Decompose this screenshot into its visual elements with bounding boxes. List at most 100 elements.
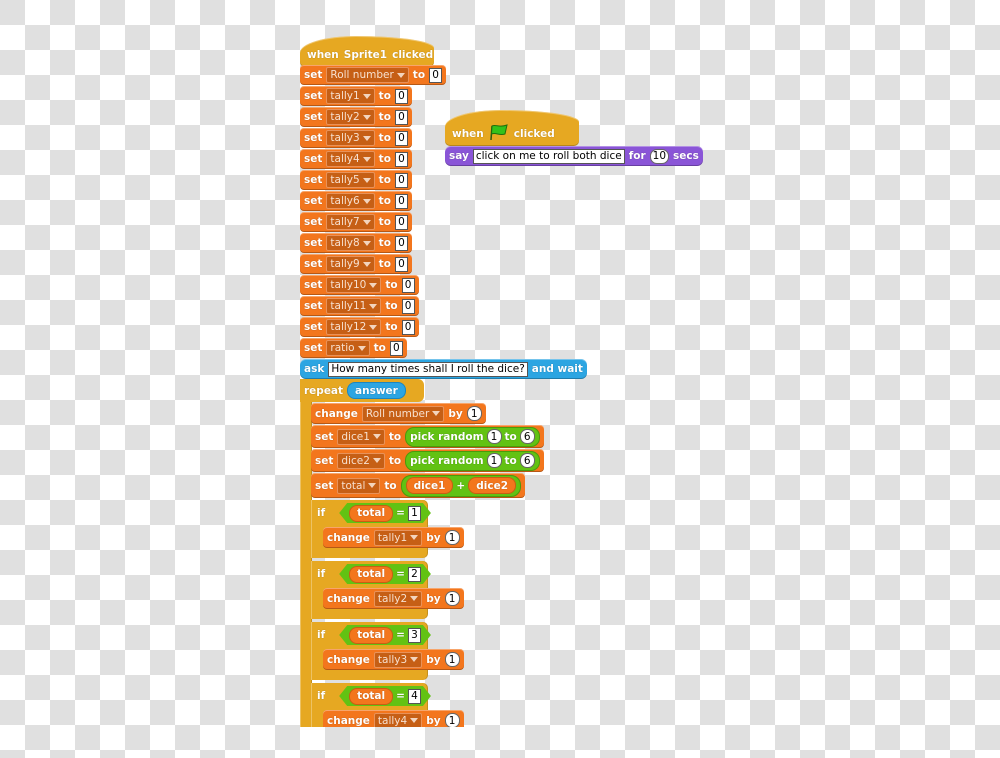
total-reporter[interactable]: total xyxy=(349,566,393,583)
set-value-input[interactable]: 0 xyxy=(401,298,415,314)
variable-dropdown[interactable]: Roll number xyxy=(361,405,445,422)
set-value-input[interactable]: 0 xyxy=(394,130,408,146)
equals-operator[interactable]: total = 2 xyxy=(339,564,431,584)
to-label: to xyxy=(385,279,398,291)
set-variable-block[interactable]: set tally10 to 0 xyxy=(300,275,419,295)
to-label: to xyxy=(378,90,391,102)
set-variable-block[interactable]: set ratio to 0 xyxy=(300,338,407,358)
equals-operator[interactable]: total = 4 xyxy=(339,686,431,706)
to-label: to xyxy=(384,479,397,492)
random-max-input[interactable]: 6 xyxy=(519,429,535,444)
variable-dropdown[interactable]: tally9 xyxy=(326,256,375,272)
set-variable-block[interactable]: set tally9 to 0 xyxy=(300,254,412,274)
when-sprite-clicked-hat-block[interactable]: when Sprite1 clicked xyxy=(300,36,434,67)
dropdown-value: ratio xyxy=(330,342,355,354)
set-value-input[interactable]: 0 xyxy=(394,193,408,209)
set-value-input[interactable]: 0 xyxy=(394,256,408,272)
change-amount-input[interactable]: 1 xyxy=(466,406,482,421)
ask-and-wait-block[interactable]: ask How many times shall I roll the dice… xyxy=(300,359,587,379)
dice1-reporter[interactable]: dice1 xyxy=(405,477,454,494)
set-total-block[interactable]: set total to dice1 + dice2 xyxy=(311,473,526,498)
variable-dropdown[interactable]: tally8 xyxy=(326,235,375,251)
variable-dropdown[interactable]: tally3 xyxy=(373,651,423,668)
variable-dropdown[interactable]: Roll number xyxy=(326,67,409,83)
set-variable-block[interactable]: set tally12 to 0 xyxy=(300,317,419,337)
set-variable-block[interactable]: set tally5 to 0 xyxy=(300,170,412,190)
change-roll-number-block[interactable]: change Roll number by 1 xyxy=(311,403,486,424)
variable-dropdown[interactable]: tally12 xyxy=(326,319,382,335)
say-message-input[interactable]: click on me to roll both dice xyxy=(472,148,625,164)
set-variable-block[interactable]: set tally8 to 0 xyxy=(300,233,412,253)
dropdown-arrow-icon xyxy=(369,282,378,288)
set-variable-block[interactable]: set tally7 to 0 xyxy=(300,212,412,232)
ask-question-input[interactable]: How many times shall I roll the dice? xyxy=(328,361,528,377)
set-variable-block[interactable]: set tally4 to 0 xyxy=(300,149,412,169)
variable-dropdown[interactable]: tally5 xyxy=(326,172,375,188)
set-variable-block[interactable]: set tally3 to 0 xyxy=(300,128,412,148)
total-reporter[interactable]: total xyxy=(349,627,393,644)
random-max-input[interactable]: 6 xyxy=(519,453,535,468)
set-dice1-block[interactable]: set dice1 to pick random 1 to 6 xyxy=(311,425,544,448)
compare-value-input[interactable]: 4 xyxy=(408,689,421,704)
set-value-input[interactable]: 0 xyxy=(394,88,408,104)
dropdown-value: dice1 xyxy=(341,430,370,443)
change-amount-input[interactable]: 1 xyxy=(444,530,460,545)
set-value-input[interactable]: 0 xyxy=(394,214,408,230)
set-value-input[interactable]: 0 xyxy=(394,109,408,125)
variable-dropdown[interactable]: tally7 xyxy=(326,214,375,230)
set-label: set xyxy=(304,90,323,102)
set-dice2-block[interactable]: set dice2 to pick random 1 to 6 xyxy=(311,449,544,472)
change-amount-input[interactable]: 1 xyxy=(444,713,460,728)
variable-dropdown[interactable]: tally2 xyxy=(373,590,423,607)
change-label: change xyxy=(327,531,370,544)
compare-value-input[interactable]: 3 xyxy=(408,628,421,643)
change-tally-block[interactable]: change tally3 by 1 xyxy=(323,649,464,670)
set-value-input[interactable]: 0 xyxy=(394,172,408,188)
pick-random-operator[interactable]: pick random 1 to 6 xyxy=(405,426,540,447)
set-value-input[interactable]: 0 xyxy=(394,235,408,251)
set-variable-block[interactable]: set tally6 to 0 xyxy=(300,191,412,211)
change-amount-input[interactable]: 1 xyxy=(444,591,460,606)
variable-dropdown[interactable]: dice2 xyxy=(337,452,385,469)
equals-operator[interactable]: total = 3 xyxy=(339,625,431,645)
set-variable-block[interactable]: set tally11 to 0 xyxy=(300,296,419,316)
variable-dropdown[interactable]: total xyxy=(337,477,381,494)
say-for-secs-block[interactable]: say click on me to roll both dice for 10… xyxy=(445,146,703,166)
say-duration-input[interactable]: 10 xyxy=(649,148,670,164)
dice2-reporter[interactable]: dice2 xyxy=(468,477,517,494)
total-reporter[interactable]: total xyxy=(349,505,393,522)
total-reporter[interactable]: total xyxy=(349,688,393,705)
random-min-input[interactable]: 1 xyxy=(486,429,502,444)
change-tally-block[interactable]: change tally2 by 1 xyxy=(323,588,464,609)
random-min-input[interactable]: 1 xyxy=(486,453,502,468)
answer-reporter[interactable]: answer xyxy=(347,382,406,399)
change-amount-input[interactable]: 1 xyxy=(444,652,460,667)
set-value-input[interactable]: 0 xyxy=(389,340,403,356)
pick-random-operator[interactable]: pick random 1 to 6 xyxy=(405,450,540,471)
when-flag-clicked-hat-block[interactable]: when clicked xyxy=(445,110,579,146)
set-value-input[interactable]: 0 xyxy=(394,151,408,167)
compare-value-input[interactable]: 2 xyxy=(408,567,421,582)
addition-operator[interactable]: dice1 + dice2 xyxy=(400,474,522,497)
variable-dropdown[interactable]: dice1 xyxy=(337,428,385,445)
variable-dropdown[interactable]: tally4 xyxy=(326,151,375,167)
variable-dropdown[interactable]: tally10 xyxy=(326,277,382,293)
set-variable-block[interactable]: set tally1 to 0 xyxy=(300,86,412,106)
equals-operator[interactable]: total = 1 xyxy=(339,503,431,523)
variable-dropdown[interactable]: ratio xyxy=(326,340,370,356)
variable-dropdown[interactable]: tally2 xyxy=(326,109,375,125)
variable-dropdown[interactable]: tally1 xyxy=(373,529,423,546)
repeat-block[interactable]: repeat answer xyxy=(300,379,424,402)
set-value-input[interactable]: 0 xyxy=(401,277,415,293)
set-value-input[interactable]: 0 xyxy=(401,319,415,335)
to-label: to xyxy=(378,174,391,186)
change-tally-block[interactable]: change tally1 by 1 xyxy=(323,527,464,548)
variable-dropdown[interactable]: tally1 xyxy=(326,88,375,104)
set-variable-block[interactable]: set Roll number to 0 xyxy=(300,65,447,85)
variable-dropdown[interactable]: tally6 xyxy=(326,193,375,209)
set-value-input[interactable]: 0 xyxy=(429,67,443,83)
compare-value-input[interactable]: 1 xyxy=(408,506,421,521)
set-variable-block[interactable]: set tally2 to 0 xyxy=(300,107,412,127)
variable-dropdown[interactable]: tally11 xyxy=(326,298,382,314)
variable-dropdown[interactable]: tally3 xyxy=(326,130,375,146)
